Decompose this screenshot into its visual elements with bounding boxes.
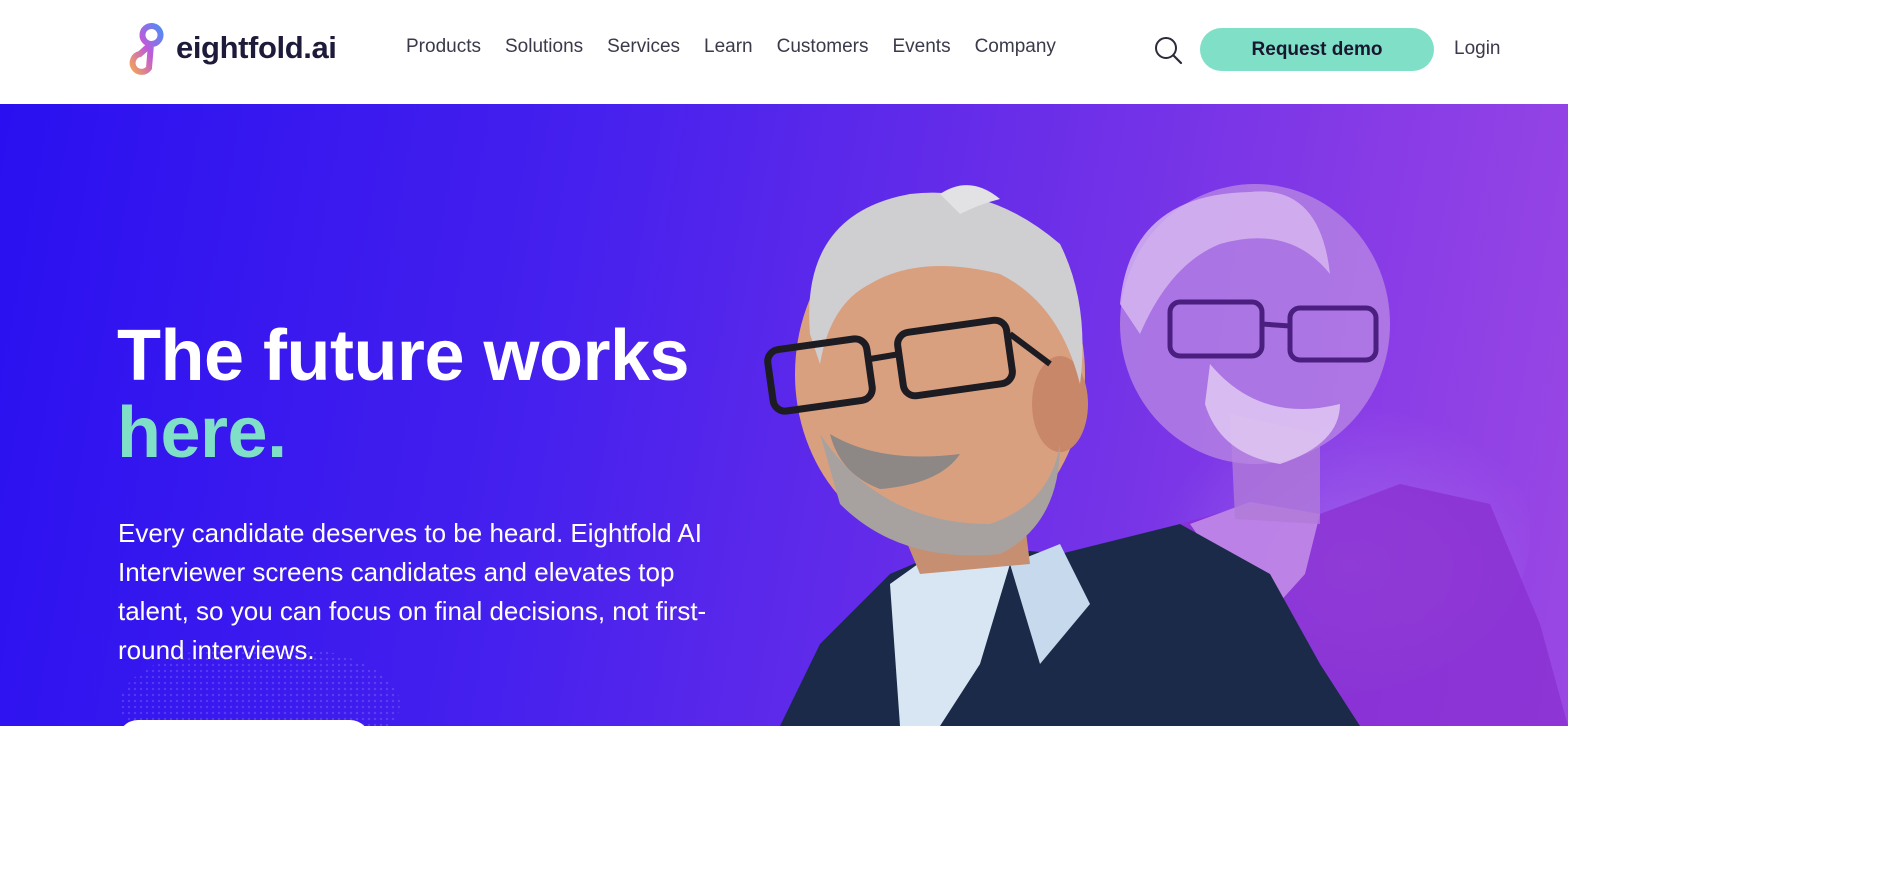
eightfold-logo-icon bbox=[129, 23, 164, 75]
logo[interactable]: eightfold.ai bbox=[118, 20, 337, 76]
hero-cta-button[interactable] bbox=[118, 720, 370, 726]
hero-section: The future works here. Every candidate d… bbox=[0, 104, 1568, 726]
nav-services[interactable]: Services bbox=[607, 36, 680, 58]
hero-headline: The future works here. bbox=[117, 316, 690, 473]
hero-subtext: Every candidate deserves to be heard. Ei… bbox=[118, 518, 707, 665]
request-demo-button[interactable]: Request demo bbox=[1200, 28, 1434, 71]
nav-customers[interactable]: Customers bbox=[777, 36, 869, 58]
site-header: eightfold.ai Products Solutions Services… bbox=[0, 0, 1568, 104]
headline-line-2: here. bbox=[117, 393, 287, 473]
hero-portrait bbox=[764, 185, 1360, 726]
nav-solutions[interactable]: Solutions bbox=[505, 36, 583, 58]
headline-line-1: The future works bbox=[117, 316, 690, 396]
nav-learn[interactable]: Learn bbox=[704, 36, 753, 58]
login-link[interactable]: Login bbox=[1454, 38, 1501, 60]
main-nav: Products Solutions Services Learn Custom… bbox=[406, 36, 1056, 58]
logo-text: eightfold.ai bbox=[176, 30, 337, 65]
nav-events[interactable]: Events bbox=[892, 36, 950, 58]
nav-company[interactable]: Company bbox=[975, 36, 1056, 58]
nav-products[interactable]: Products bbox=[406, 36, 481, 58]
search-icon[interactable] bbox=[1153, 35, 1183, 65]
